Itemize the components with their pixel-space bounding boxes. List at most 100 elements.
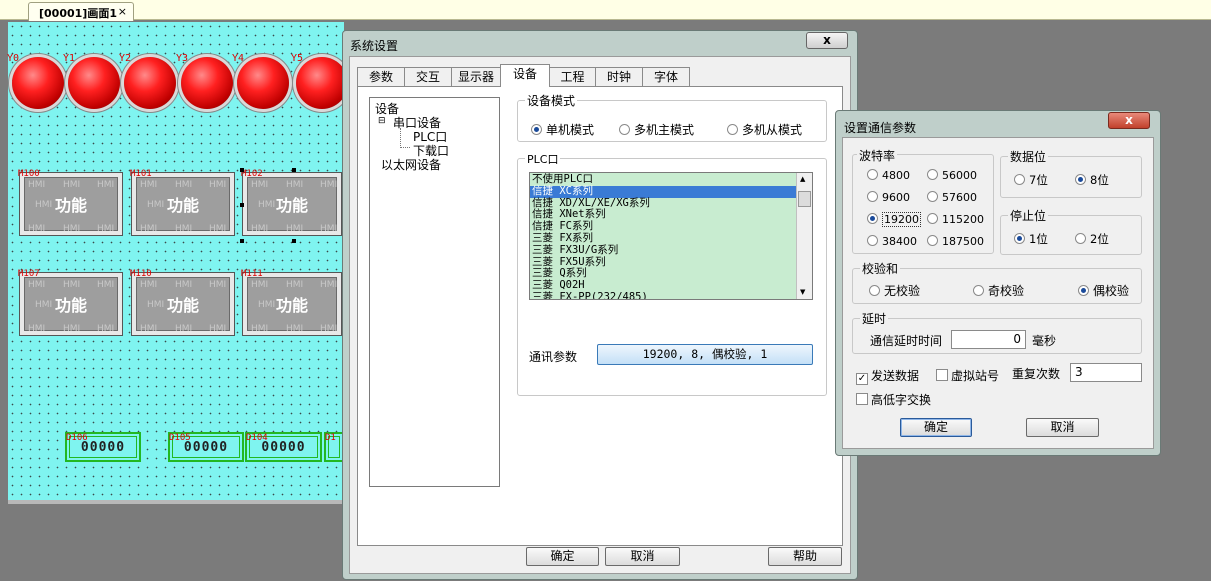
hmi-watermark: HMI — [63, 224, 81, 234]
selection-handle[interactable] — [292, 168, 296, 172]
radio-indicator — [867, 169, 878, 180]
hmi-watermark: HMI — [63, 280, 81, 290]
hmi-watermark: HMI — [35, 300, 53, 310]
hmi-watermark: HMI — [175, 180, 193, 190]
device-mode-label: 设备模式 — [525, 92, 578, 109]
data-bits-8-radio[interactable]: 8位 — [1075, 172, 1109, 188]
delay-label: 延时 — [860, 310, 889, 327]
comm-settings-close-button[interactable]: x — [1108, 112, 1150, 129]
indicator-lamp[interactable] — [12, 57, 64, 109]
hmi-watermark: HMI — [140, 324, 158, 334]
document-tab[interactable]: [00001]画面1 × — [28, 2, 134, 21]
tab-display[interactable]: 显示器 — [451, 67, 501, 87]
indicator-lamp[interactable] — [237, 57, 289, 109]
tree-node-ethernet[interactable]: 以太网设备 — [381, 156, 441, 173]
radio-label: 115200 — [942, 213, 984, 226]
numeric-display-id: D104 — [246, 433, 268, 443]
sys-ok-button[interactable]: 确定 — [526, 547, 599, 566]
plc-list-item[interactable]: 三菱 FX-PP(232/485) — [530, 292, 796, 299]
comm-params-button[interactable]: 19200, 8, 偶校验, 1 — [597, 344, 813, 365]
mode-multi-slave-radio[interactable]: 多机从模式 — [727, 121, 802, 138]
radio-label: 9600 — [882, 191, 910, 204]
parity-even-radio[interactable]: 偶校验 — [1078, 282, 1129, 299]
close-tab-icon[interactable]: × — [118, 5, 127, 18]
hmi-watermark: HMI — [175, 224, 193, 234]
radio-label: 多机从模式 — [742, 123, 803, 137]
radio-label: 奇校验 — [988, 284, 1025, 298]
baud-radio[interactable]: 38400 — [867, 235, 917, 248]
function-button[interactable]: HMI HMI HMI HMI HMI HMI HMI 功能 — [242, 172, 342, 236]
comm-ok-button[interactable]: 确定 — [900, 418, 972, 437]
function-button-face: HMI HMI HMI HMI HMI HMI HMI 功能 — [136, 177, 230, 234]
checkbox-box — [856, 393, 868, 405]
function-button[interactable]: HMI HMI HMI HMI HMI HMI HMI 功能 — [131, 272, 235, 336]
document-tab-label: [00001]画面1 — [39, 7, 117, 20]
selection-handle[interactable] — [240, 239, 244, 243]
baud-radio[interactable]: 187500 — [927, 235, 984, 248]
delay-input[interactable]: 0 — [951, 330, 1026, 349]
retry-input[interactable]: 3 — [1070, 363, 1142, 382]
tab-project[interactable]: 工程 — [549, 67, 596, 87]
byte-swap-checkbox[interactable]: 高低字交换 — [856, 391, 931, 408]
function-button[interactable]: HMI HMI HMI HMI HMI HMI HMI 功能 — [131, 172, 235, 236]
comm-cancel-button[interactable]: 取消 — [1026, 418, 1099, 437]
radio-label: 7位 — [1029, 173, 1048, 187]
function-button[interactable]: HMI HMI HMI HMI HMI HMI HMI 功能 — [242, 272, 342, 336]
indicator-lamp[interactable] — [124, 57, 176, 109]
hmi-watermark: HMI — [251, 280, 269, 290]
plc-list-item[interactable]: 信捷 XC系列 — [530, 185, 796, 198]
function-button-label: 功能 — [275, 296, 308, 315]
numeric-display-id: D106 — [66, 433, 88, 443]
selection-handle[interactable] — [240, 168, 244, 172]
plc-list-scrollbar[interactable]: ▲ ▼ — [796, 173, 812, 299]
mode-multi-master-radio[interactable]: 多机主模式 — [619, 121, 694, 138]
hmi-watermark: HMI — [147, 300, 165, 310]
indicator-lamp[interactable] — [68, 57, 120, 109]
sys-cancel-button[interactable]: 取消 — [605, 547, 680, 566]
scroll-down-icon[interactable]: ▼ — [800, 288, 805, 296]
tab-font[interactable]: 字体 — [642, 67, 690, 87]
tree-collapse-icon[interactable]: ⊟ — [378, 116, 386, 126]
baud-radio[interactable]: 4800 — [867, 169, 910, 182]
hmi-watermark: HMI — [140, 280, 158, 290]
radio-label: 偶校验 — [1093, 284, 1130, 298]
baud-radio[interactable]: 19200 — [867, 212, 921, 227]
plc-list-item[interactable]: 三菱 FX3U/G系列 — [530, 244, 796, 257]
radio-indicator — [867, 213, 878, 224]
lamp-label: Y2 — [119, 53, 132, 64]
tab-interaction[interactable]: 交互 — [404, 67, 452, 87]
lamp-label: Y1 — [63, 53, 76, 64]
stop-bits-1-radio[interactable]: 1位 — [1014, 231, 1048, 247]
baud-radio[interactable]: 9600 — [867, 191, 910, 204]
plc-model-list[interactable]: 不使用PLC口 信捷 XC系列 信捷 XD/XL/XE/XG系列 信捷 XNet系列信… — [529, 172, 813, 300]
hmi-watermark: HMI — [209, 280, 227, 290]
virtual-station-checkbox[interactable]: 虚拟站号 — [936, 367, 999, 384]
radio-indicator — [1078, 285, 1089, 296]
scroll-thumb[interactable] — [798, 191, 811, 207]
baud-radio[interactable]: 56000 — [927, 169, 977, 182]
selection-handle[interactable] — [240, 203, 244, 207]
parity-odd-radio[interactable]: 奇校验 — [973, 282, 1024, 299]
plc-list-item[interactable]: 三菱 FX系列 — [530, 233, 796, 245]
mode-standalone-radio[interactable]: 单机模式 — [531, 121, 594, 138]
radio-indicator — [1075, 233, 1086, 244]
system-settings-close-button[interactable]: x — [806, 32, 848, 49]
function-button[interactable]: HMI HMI HMI HMI HMI HMI HMI 功能 — [19, 272, 123, 336]
indicator-lamp[interactable] — [296, 57, 348, 109]
tab-clock[interactable]: 时钟 — [595, 67, 643, 87]
scroll-up-icon[interactable]: ▲ — [800, 175, 805, 183]
tab-params[interactable]: 参数 — [357, 67, 405, 87]
radio-label: 4800 — [882, 169, 910, 182]
tab-device[interactable]: 设备 — [500, 64, 550, 87]
stop-bits-2-radio[interactable]: 2位 — [1075, 231, 1109, 247]
function-button-face: HMI HMI HMI HMI HMI HMI HMI 功能 — [24, 177, 118, 234]
send-data-checkbox[interactable]: ✓ 发送数据 — [856, 367, 919, 385]
function-button[interactable]: HMI HMI HMI HMI HMI HMI HMI 功能 — [19, 172, 123, 236]
selection-handle[interactable] — [292, 239, 296, 243]
data-bits-7-radio[interactable]: 7位 — [1014, 172, 1048, 188]
baud-radio[interactable]: 115200 — [927, 213, 984, 226]
sys-help-button[interactable]: 帮助 — [768, 547, 842, 566]
indicator-lamp[interactable] — [181, 57, 233, 109]
baud-radio[interactable]: 57600 — [927, 191, 977, 204]
parity-none-radio[interactable]: 无校验 — [869, 282, 920, 299]
